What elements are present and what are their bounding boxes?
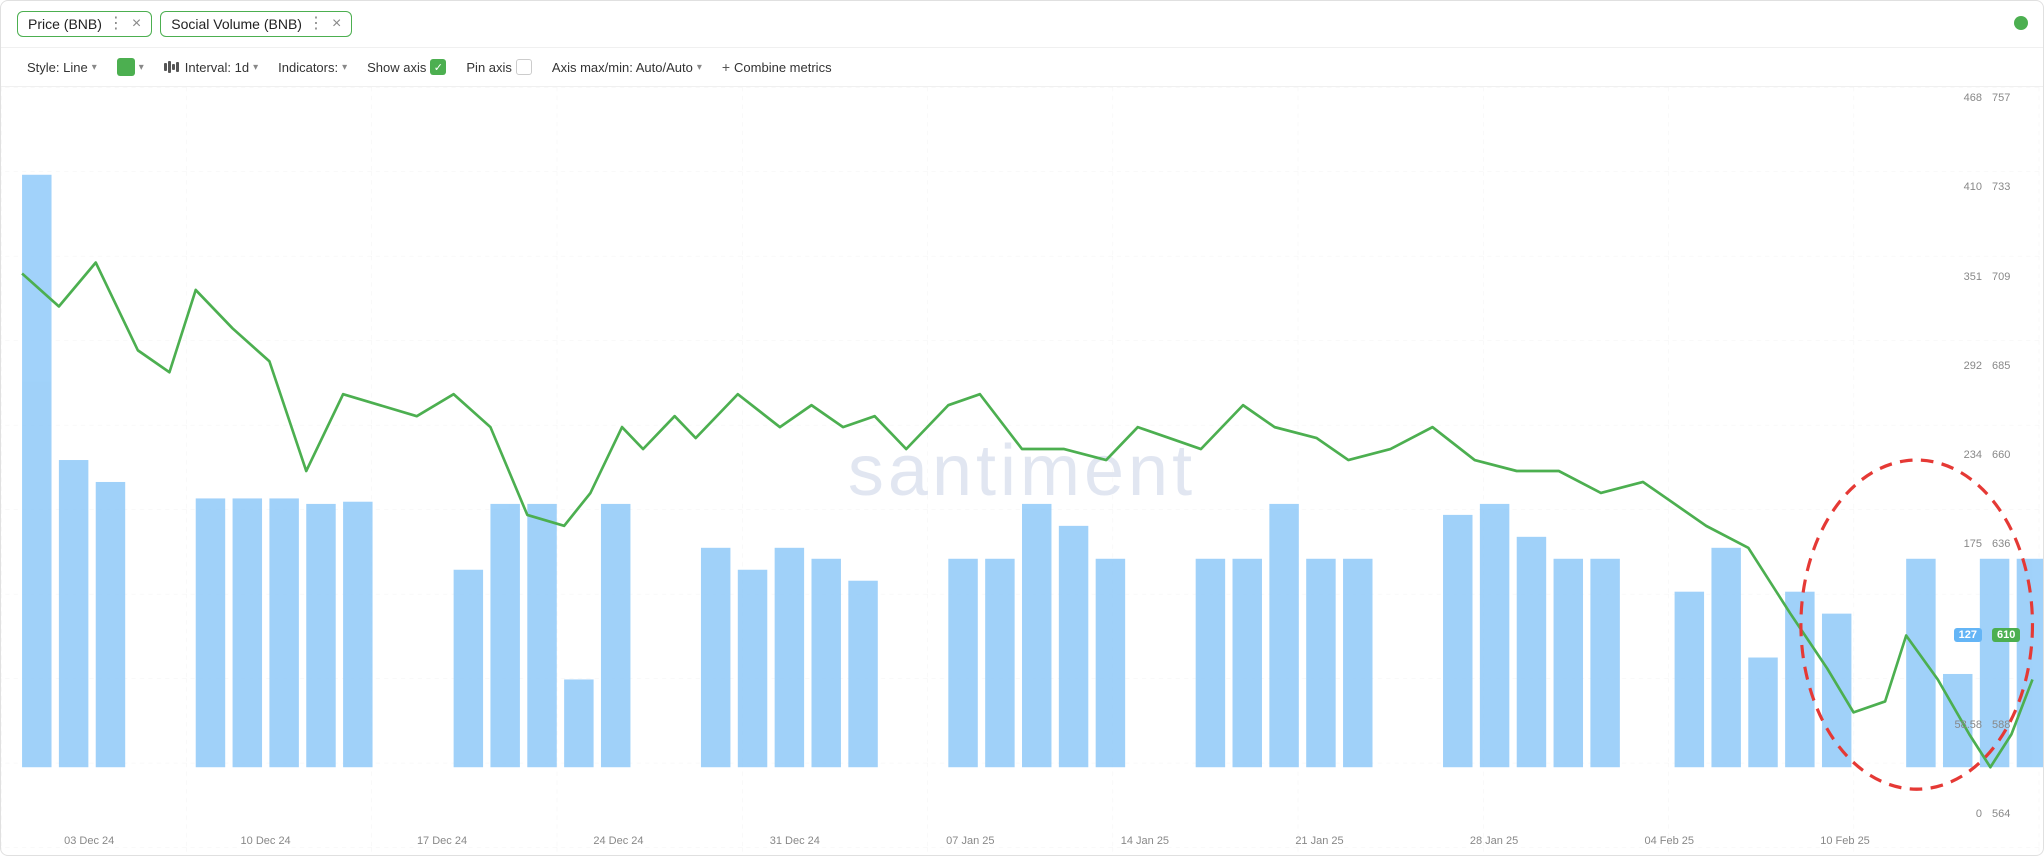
tag-price-bnb-menu-icon[interactable]: ⋮ [108,16,124,32]
style-chevron-icon: ▾ [92,62,97,73]
show-axis-toggle[interactable]: Show axis [357,55,456,79]
indicators-chevron-icon: ▾ [342,62,347,73]
y-axis-left: 468 410 351 292 234 175 127 58.58 0 [1933,87,1988,825]
x-label-0: 03 Dec 24 [64,835,114,847]
online-indicator [2014,16,2028,30]
y-left-label-5: 175 [1964,538,1982,550]
y-right-label-8: 564 [1992,808,2010,820]
x-label-1: 10 Dec 24 [241,835,291,847]
axis-max-min-selector[interactable]: Axis max/min: Auto/Auto ▾ [542,56,712,79]
pin-axis-checkbox[interactable] [516,59,532,75]
y-right-current-badge: 610 [1992,628,2020,642]
tag-social-volume-bnb[interactable]: Social Volume (BNB) ⋮ × [160,11,352,37]
y-left-label-2: 351 [1964,271,1982,283]
x-label-8: 28 Jan 25 [1470,835,1518,847]
y-left-label-7: 58.58 [1954,719,1982,731]
y-left-label-4: 234 [1964,449,1982,461]
pin-axis-toggle[interactable]: Pin axis [456,55,542,79]
y-right-label-0: 757 [1992,92,2010,104]
indicators-selector[interactable]: Indicators: ▾ [268,56,357,79]
y-right-label-1: 733 [1992,181,2010,193]
x-label-4: 31 Dec 24 [770,835,820,847]
x-label-2: 17 Dec 24 [417,835,467,847]
y-axis-right: 757 733 709 685 660 636 610 588 564 [1988,87,2043,825]
y-right-label-4: 660 [1992,449,2010,461]
interval-chevron-icon: ▾ [253,62,258,73]
y-right-label-2: 709 [1992,271,2010,283]
chart-area: santiment [1,87,2043,855]
color-chevron-icon: ▾ [139,62,144,73]
tag-price-bnb[interactable]: Price (BNB) ⋮ × [17,11,152,37]
combine-metrics-button[interactable]: + Combine metrics [712,55,842,79]
y-left-label-8: 0 [1976,808,1982,820]
interval-label: Interval: 1d [185,60,249,75]
toolbar: Style: Line ▾ ▾ Interval: 1d ▾ Indicator… [1,48,2043,87]
y-right-label-5: 636 [1992,538,2010,550]
combine-metrics-label: Combine metrics [734,60,832,75]
tag-price-bnb-close-icon[interactable]: × [132,16,141,32]
plus-icon: + [722,59,730,75]
x-label-7: 21 Jan 25 [1295,835,1343,847]
x-axis: 03 Dec 24 10 Dec 24 17 Dec 24 24 Dec 24 … [1,827,1933,855]
y-left-label-3: 292 [1964,360,1982,372]
chart-svg [1,87,2043,855]
x-label-10: 10 Feb 25 [1820,835,1870,847]
tag-price-bnb-label: Price (BNB) [28,16,102,32]
x-label-9: 04 Feb 25 [1644,835,1694,847]
y-left-current-badge: 127 [1954,628,1982,642]
style-selector[interactable]: Style: Line ▾ [17,56,107,79]
pin-axis-label: Pin axis [466,60,512,75]
indicators-label: Indicators: [278,60,338,75]
tag-social-volume-bnb-menu-icon[interactable]: ⋮ [308,16,324,32]
tag-social-volume-bnb-label: Social Volume (BNB) [171,16,302,32]
style-label: Style: Line [27,60,88,75]
tag-social-volume-bnb-close-icon[interactable]: × [332,16,341,32]
color-swatch [117,58,135,76]
interval-icon [164,61,179,73]
axis-max-min-chevron-icon: ▾ [697,62,702,73]
x-label-3: 24 Dec 24 [593,835,643,847]
y-left-label-1: 410 [1964,181,1982,193]
y-right-label-7: 588 [1992,719,2010,731]
axis-max-min-label: Axis max/min: Auto/Auto [552,60,693,75]
y-left-label-0: 468 [1964,92,1982,104]
color-selector[interactable]: ▾ [107,54,154,80]
x-label-5: 07 Jan 25 [946,835,994,847]
y-right-label-3: 685 [1992,360,2010,372]
show-axis-checkbox[interactable] [430,59,446,75]
x-label-6: 14 Jan 25 [1121,835,1169,847]
tag-bar: Price (BNB) ⋮ × Social Volume (BNB) ⋮ × [1,1,2043,48]
show-axis-label: Show axis [367,60,426,75]
interval-selector[interactable]: Interval: 1d ▾ [154,56,268,79]
chart-container: Price (BNB) ⋮ × Social Volume (BNB) ⋮ × … [0,0,2044,856]
